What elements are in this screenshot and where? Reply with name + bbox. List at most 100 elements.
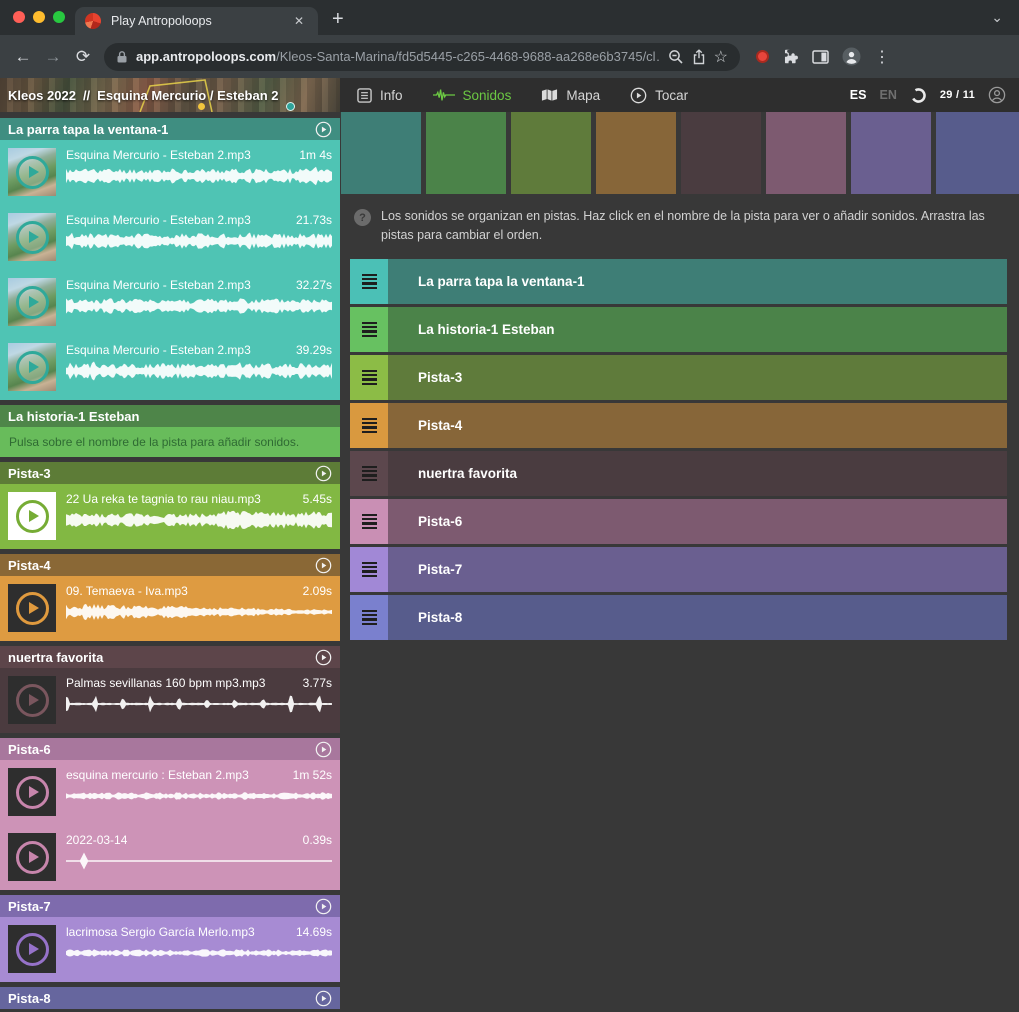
track-name-button[interactable]: Pista-7 [388,547,1007,592]
zoom-out-icon[interactable] [668,49,684,65]
clip-duration: 5.45s [303,492,332,506]
track-row: Pista-8 [350,595,1007,640]
play-icon [16,776,49,809]
side-panel-icon[interactable] [812,49,829,65]
track-name-button[interactable]: Pista-8 [388,595,1007,640]
forward-button[interactable]: → [38,47,68,67]
drag-handle[interactable] [350,499,388,544]
sidebar-track-name: La historia-1 Esteban [8,409,139,424]
play-track-icon[interactable] [315,649,332,666]
sidebar-track-header[interactable]: Pista-3 [0,462,340,484]
maximize-window-button[interactable] [53,11,65,23]
drag-handle[interactable] [350,403,388,448]
tab-info[interactable]: Info [357,88,403,103]
clip-info: Esquina Mercurio - Esteban 2.mp332.27s [66,278,332,335]
track-name-button[interactable]: nuertra favorita [388,451,1007,496]
track-name-button[interactable]: Pista-3 [388,355,1007,400]
tab-mapa[interactable]: Mapa [541,88,600,103]
profile-avatar-icon[interactable] [842,47,861,66]
sidebar-track-header[interactable]: Pista-4 [0,554,340,576]
drag-handle[interactable] [350,451,388,496]
app-header: Kleos 2022 // Esquina Mercurio / Esteban… [0,78,1019,112]
clip-play-button[interactable] [8,925,56,973]
browser-menu-icon[interactable]: ⋮ [874,47,890,67]
drag-handle[interactable] [350,259,388,304]
play-track-icon[interactable] [315,898,332,915]
lang-en-button[interactable]: EN [879,88,896,102]
waveform[interactable] [66,165,332,187]
clip-play-button[interactable] [8,833,56,881]
waveform[interactable] [66,942,332,964]
sidebar-track-header[interactable]: Pista-7 [0,895,340,917]
drag-handle[interactable] [350,307,388,352]
clip-play-button[interactable] [8,492,56,540]
sidebar-track-header[interactable]: Pista-6 [0,738,340,760]
minimize-window-button[interactable] [33,11,45,23]
waveform[interactable] [66,850,332,872]
waveform[interactable] [66,601,332,623]
play-track-icon[interactable] [315,990,332,1007]
waveform[interactable] [66,509,332,531]
sidebar-track-header[interactable]: Pista-8 [0,987,340,1009]
waveform[interactable] [66,295,332,317]
close-window-button[interactable] [13,11,25,23]
clip-play-button[interactable] [8,148,56,196]
browser-tab[interactable]: Play Antropoloops ✕ [75,7,318,35]
clip-thumbnail [8,213,56,261]
clip-thumbnail [8,492,56,540]
tab-title: Play Antropoloops [111,14,290,28]
drag-handle[interactable] [350,547,388,592]
play-icon [16,286,49,319]
breadcrumb[interactable]: Kleos 2022 // Esquina Mercurio / Esteban… [0,78,340,112]
clip-info: Palmas sevillanas 160 bpm mp3.mp33.77s [66,676,332,733]
clip-play-button[interactable] [8,676,56,724]
tab-sonidos[interactable]: Sonidos [433,88,512,103]
play-icon [16,841,49,874]
clip-play-button[interactable] [8,213,56,261]
play-track-icon[interactable] [315,465,332,482]
track-name-button[interactable]: Pista-4 [388,403,1007,448]
share-icon[interactable] [692,49,706,65]
waveform[interactable] [66,693,332,715]
close-tab-icon[interactable]: ✕ [290,12,308,30]
clip-play-button[interactable] [8,343,56,391]
sidebar-track-header[interactable]: La parra tapa la ventana-1 [0,118,340,140]
project-name[interactable]: Kleos 2022 [8,88,76,103]
clip-thumbnail [8,584,56,632]
track-name-button[interactable]: La historia-1 Esteban [388,307,1007,352]
drag-handle[interactable] [350,355,388,400]
back-button[interactable]: ← [8,47,38,67]
help-row: ? Los sonidos se organizan en pistas. Ha… [354,207,1002,246]
waveform[interactable] [66,360,332,382]
lang-es-button[interactable]: ES [850,88,867,102]
tab-tocar[interactable]: Tocar [630,87,688,104]
clip-thumbnail [8,833,56,881]
clip-duration: 14.69s [296,925,332,939]
track-name-button[interactable]: La parra tapa la ventana-1 [388,259,1007,304]
track-name-button[interactable]: Pista-6 [388,499,1007,544]
clip-play-button[interactable] [8,278,56,326]
clip-play-button[interactable] [8,768,56,816]
waveform[interactable] [66,785,332,807]
new-tab-button[interactable]: + [332,8,344,31]
toolbar-actions: ⋮ [756,47,890,67]
sidebar-track-section: Pista-409. Temaeva - Iva.mp32.09s [0,554,340,641]
extensions-puzzle-icon[interactable] [782,48,799,65]
sidebar-track-header[interactable]: nuertra favorita [0,646,340,668]
sidebar: La parra tapa la ventana-1 Esquina Mercur… [0,112,340,1012]
waveform[interactable] [66,230,332,252]
sidebar-track-header[interactable]: La historia-1 Esteban [0,405,340,427]
clip-info: lacrimosa Sergio García Merlo.mp314.69s [66,925,332,982]
clip-play-button[interactable] [8,584,56,632]
address-bar[interactable]: app.antropoloops.com/Kleos-Santa-Marina/… [104,43,740,71]
account-icon[interactable] [988,86,1006,104]
drag-handle[interactable] [350,595,388,640]
play-track-icon[interactable] [315,741,332,758]
bookmark-star-icon[interactable]: ☆ [714,47,728,67]
play-track-icon[interactable] [315,557,332,574]
tab-search-chevron-icon[interactable]: ⌄ [991,9,1003,26]
play-track-icon[interactable] [315,121,332,138]
reload-button[interactable]: ⟳ [68,47,98,67]
track-row: nuertra favorita [350,451,1007,496]
tab-info-label: Info [380,88,403,103]
